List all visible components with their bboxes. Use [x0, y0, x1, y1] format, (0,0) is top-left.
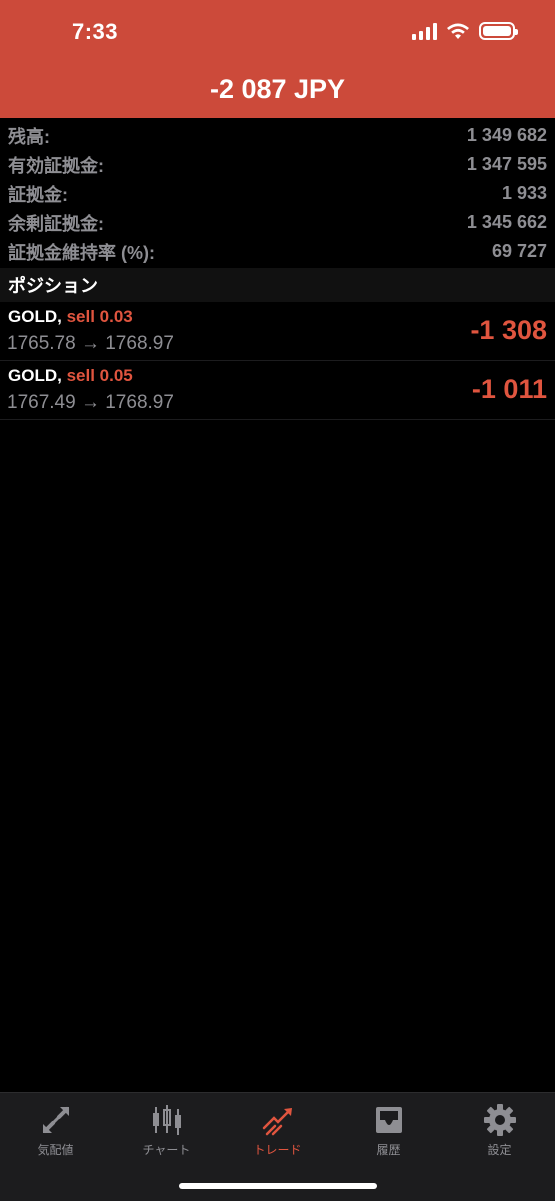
summary-value: 1 349 682	[466, 125, 547, 145]
tab-trade[interactable]: トレード	[222, 1093, 333, 1163]
history-inbox-icon	[375, 1107, 402, 1133]
summary-label: 証拠金:	[8, 184, 68, 205]
position-side: sell 0.03	[66, 307, 133, 326]
cellular-signal-icon	[412, 22, 437, 40]
battery-icon	[479, 22, 518, 40]
summary-label: 余剰証拠金:	[8, 213, 104, 234]
position-profit-loss: -1 011	[471, 374, 547, 404]
tab-label: 設定	[487, 1143, 512, 1157]
summary-value: 1 347 595	[466, 154, 547, 174]
summary-row-margin-level: 証拠金維持率 (%): 69 727	[0, 237, 555, 266]
tab-label: 履歴	[376, 1143, 401, 1157]
trade-trend-icon	[262, 1108, 292, 1136]
positions-list: GOLD, sell 0.03 1765.78 → 1768.97 -1 308…	[0, 302, 555, 420]
position-symbol: GOLD,	[8, 366, 62, 385]
position-row[interactable]: GOLD, sell 0.03 1765.78 → 1768.97 -1 308	[0, 302, 555, 361]
position-title: GOLD, sell 0.05	[8, 366, 133, 386]
summary-value: 1 345 662	[466, 212, 547, 232]
position-title: GOLD, sell 0.03	[8, 307, 133, 327]
tab-quotes[interactable]: 気配値	[0, 1093, 111, 1163]
tab-history[interactable]: 履歴	[333, 1093, 444, 1163]
summary-label: 有効証拠金:	[8, 155, 104, 176]
position-profit-loss: -1 308	[470, 315, 547, 345]
app-header: 7:33 -2 087 JPY	[0, 0, 555, 118]
tab-label: 気配値	[37, 1143, 74, 1157]
summary-row-margin: 証拠金: 1 933	[0, 179, 555, 208]
summary-value: 1 933	[501, 183, 547, 203]
summary-row-equity: 有効証拠金: 1 347 595	[0, 150, 555, 179]
quotes-arrows-icon	[42, 1107, 69, 1133]
position-row[interactable]: GOLD, sell 0.05 1767.49 → 1768.97 -1 011	[0, 361, 555, 420]
tab-settings[interactable]: 設定	[444, 1093, 555, 1163]
tab-chart[interactable]: チャート	[111, 1093, 222, 1163]
position-prices: 1767.49 → 1768.97	[7, 392, 174, 413]
position-prices: 1765.78 → 1768.97	[7, 333, 174, 354]
status-time: 7:33	[72, 19, 119, 44]
status-icons	[412, 22, 518, 40]
summary-label: 残高:	[8, 126, 50, 147]
wifi-icon	[447, 23, 469, 39]
summary-label: 証拠金維持率 (%):	[8, 242, 155, 263]
gear-icon	[483, 1104, 516, 1136]
position-side: sell 0.05	[66, 366, 133, 385]
position-symbol: GOLD,	[8, 307, 62, 326]
tab-label: チャート	[142, 1143, 191, 1157]
summary-value: 69 727	[491, 241, 547, 261]
total-profit-loss: -2 087 JPY	[209, 74, 346, 104]
positions-section-header: ポジション	[0, 268, 555, 302]
account-summary: 残高: 1 349 682 有効証拠金: 1 347 595 証拠金: 1 93…	[0, 121, 555, 266]
candlestick-chart-icon	[152, 1105, 181, 1135]
home-indicator[interactable]	[179, 1183, 377, 1189]
summary-row-free-margin: 余剰証拠金: 1 345 662	[0, 208, 555, 237]
tab-label: トレード	[253, 1143, 302, 1157]
summary-row-balance: 残高: 1 349 682	[0, 121, 555, 150]
